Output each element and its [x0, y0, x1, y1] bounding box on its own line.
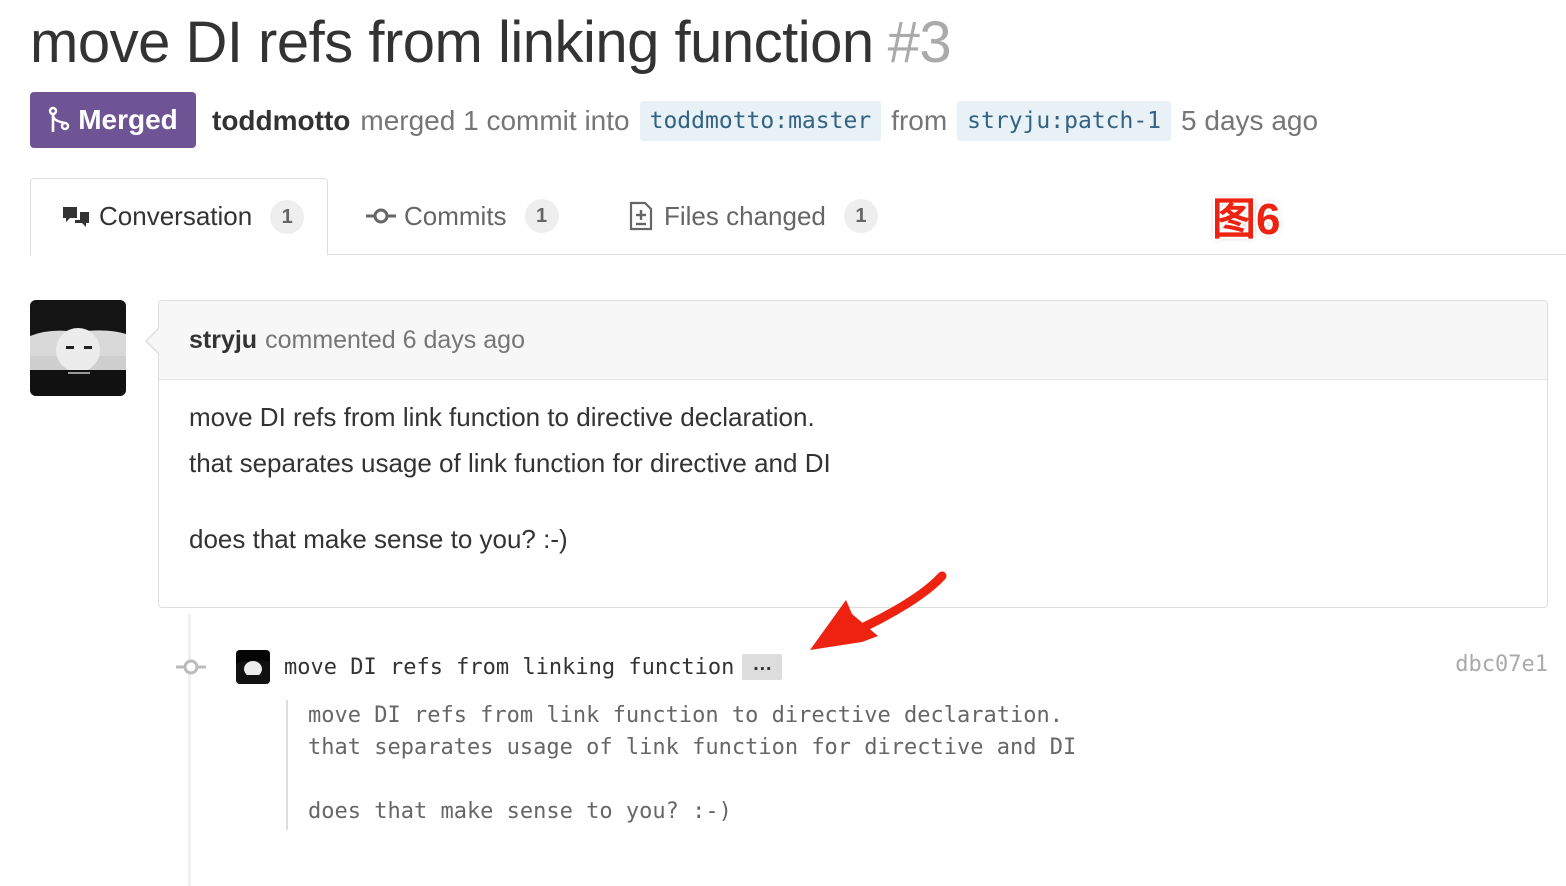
head-ref-badge[interactable]: stryju:patch-1: [957, 101, 1172, 141]
git-commit-icon: [366, 201, 396, 231]
commit-description: move DI refs from link function to direc…: [286, 700, 1076, 830]
avatar[interactable]: [30, 300, 126, 396]
pr-meta: toddmotto merged 1 commit into toddmotto…: [212, 98, 1318, 144]
tab-conversation[interactable]: Conversation 1: [30, 178, 328, 256]
tab-conversation-label: Conversation: [99, 201, 253, 231]
tab-files-changed-label: Files changed: [664, 200, 826, 231]
tab-conversation-count: 1: [270, 199, 305, 234]
pr-title-text: move DI refs from linking function: [30, 10, 874, 75]
comment-line: move DI refs from link function to direc…: [189, 402, 815, 432]
comment-line: that separates usage of link function fo…: [189, 448, 831, 478]
pr-title: move DI refs from linking function #3: [30, 8, 952, 78]
figure-annotation: 图6: [1212, 195, 1281, 244]
pr-tabs: Conversation 1 Commits 1 Files changed 1: [0, 178, 1566, 256]
commit-row: move DI refs from linking function …: [236, 650, 783, 684]
commit-author-avatar[interactable]: [236, 650, 270, 684]
pr-number: #3: [887, 10, 952, 75]
pr-action-text: merged 1 commit into: [360, 105, 630, 136]
comment-box: stryju commented 6 days ago move DI refs…: [145, 300, 1548, 608]
tab-commits-count: 1: [524, 199, 559, 233]
tab-files-changed[interactable]: Files changed 1: [626, 178, 878, 254]
pr-author-link[interactable]: toddmotto: [212, 105, 350, 137]
base-ref-badge[interactable]: toddmotto:master: [639, 101, 882, 141]
tab-files-changed-count: 1: [843, 199, 878, 233]
git-commit-icon: [176, 654, 206, 680]
expand-commit-button[interactable]: …: [742, 654, 783, 680]
annotation-arrow-icon: [810, 571, 947, 650]
tab-commits-label: Commits: [404, 200, 507, 231]
comment-body: move DI refs from link function to direc…: [159, 380, 1547, 562]
from-text: from: [891, 105, 948, 136]
merged-state-badge: Merged: [30, 92, 196, 148]
git-merge-icon: [49, 106, 70, 132]
tab-commits[interactable]: Commits 1: [366, 178, 559, 254]
comment-author-link[interactable]: stryju: [189, 326, 257, 355]
comment-line: does that make sense to you? :-): [189, 524, 568, 554]
pr-time: 5 days ago: [1181, 105, 1319, 136]
merged-state-label: Merged: [78, 104, 178, 135]
comment-header: stryju commented 6 days ago: [159, 301, 1547, 380]
commit-sha-link[interactable]: dbc07e1: [1455, 652, 1548, 677]
commit-message-link[interactable]: move DI refs from linking function: [284, 655, 734, 680]
comment-discussion-icon: [61, 202, 91, 232]
file-diff-icon: [626, 201, 656, 231]
comment-caret-fill: [147, 328, 160, 354]
comment-meta: commented 6 days ago: [265, 325, 525, 354]
